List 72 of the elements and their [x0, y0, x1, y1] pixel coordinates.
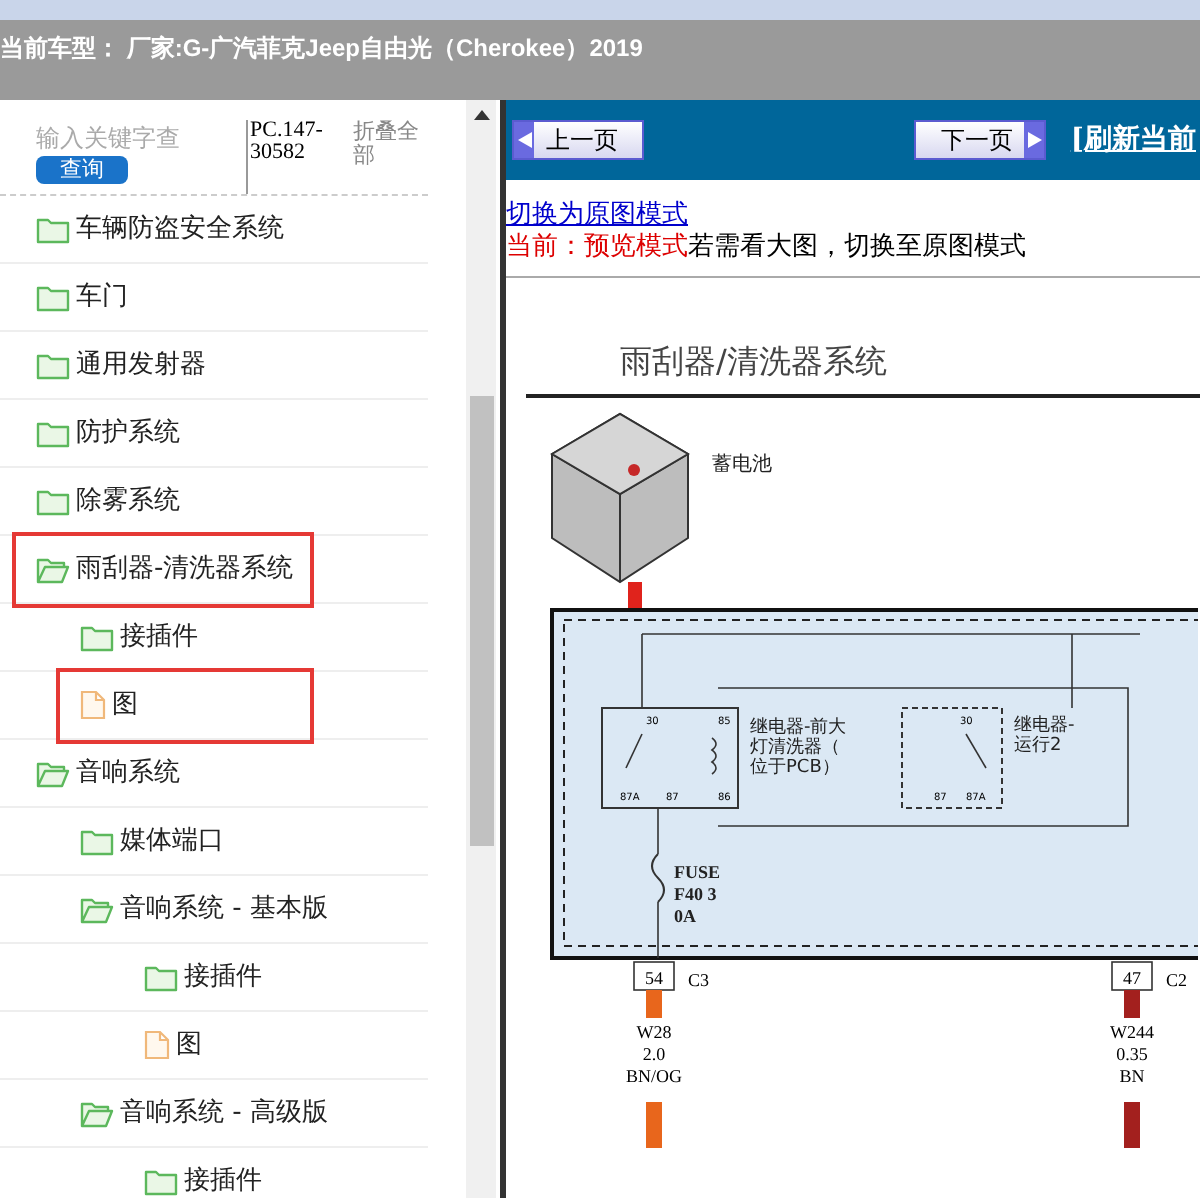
folder-icon: [144, 963, 178, 991]
battery-label: 蓄电池: [712, 454, 772, 476]
relay-label: 运行2: [1014, 736, 1062, 756]
search-field[interactable]: 输入关键字查: [36, 120, 236, 156]
connector-label: C3: [688, 970, 710, 990]
tree-item[interactable]: 图: [144, 1011, 218, 1079]
relay-label: 继电器-前大: [750, 718, 847, 738]
relay-drawing: [901, 707, 1003, 809]
scrollbar-thumb[interactable]: [469, 396, 493, 846]
relay-label: 位于PCB）: [750, 758, 840, 778]
folder-icon: [36, 419, 70, 447]
tree-item[interactable]: 接插件: [144, 943, 278, 1011]
tree-item[interactable]: 通用发射器: [36, 331, 222, 399]
wire-label: 0.35: [1116, 1044, 1148, 1064]
wire-label: 2.0: [642, 1044, 666, 1064]
mode-label: 当前：预览模式: [506, 232, 688, 264]
tree-item[interactable]: 接插件: [144, 1147, 278, 1198]
fuse-symbol: [651, 853, 665, 903]
tree-item[interactable]: 防护系统: [36, 399, 196, 467]
collapse-all-button[interactable]: 折叠全部: [353, 120, 428, 168]
folder-icon: [36, 351, 70, 379]
wire-line: [657, 807, 659, 855]
original-mode-link[interactable]: 切换为原图模式: [506, 200, 688, 232]
mode-hint: 若需看大图，切换至原图模式: [688, 232, 1026, 264]
diagram-title: 雨刮器/清洗器系统: [620, 342, 887, 380]
folder-icon: [80, 623, 114, 651]
connector-pin: [1111, 961, 1153, 991]
fuse-label: FUSE: [674, 862, 721, 882]
tree-item[interactable]: 音响系统 - 基本版: [80, 875, 344, 943]
next-page-button[interactable]: 下一页: [914, 120, 1047, 160]
wire-label: W28: [636, 1022, 672, 1042]
open-folder-icon: [80, 1099, 114, 1127]
folder-icon: [36, 283, 70, 311]
tree-item[interactable]: 接插件: [80, 603, 214, 671]
wire-line: [657, 901, 659, 959]
connector-pin: [633, 961, 675, 991]
open-folder-icon: [36, 555, 70, 583]
search-button[interactable]: 查询: [36, 156, 128, 184]
open-folder-icon: [36, 759, 70, 787]
tree-item[interactable]: 图: [60, 671, 310, 739]
tree-item[interactable]: 车门: [36, 263, 144, 331]
relay-drawing: [601, 707, 739, 809]
tree-item[interactable]: 音响系统: [36, 739, 196, 807]
refresh-link[interactable]: [刷新当前: [1070, 119, 1196, 161]
previous-page-button[interactable]: 上一页: [512, 120, 644, 160]
folder-icon: [36, 487, 70, 515]
open-folder-icon: [80, 895, 114, 923]
folder-icon: [144, 1167, 178, 1195]
scrollbar[interactable]: [466, 100, 496, 1198]
tree-item[interactable]: 除雾系统: [36, 467, 196, 535]
fuse-label: 0A: [674, 906, 696, 926]
relay-label: 继电器-: [1014, 716, 1075, 736]
folder-icon: [36, 215, 70, 243]
document-icon: [144, 1030, 170, 1060]
pin-number: 54: [645, 968, 663, 988]
folder-icon: [80, 827, 114, 855]
code-text: PC.147-30582: [246, 120, 325, 194]
wire-label: BN/OG: [626, 1066, 682, 1086]
tree-item[interactable]: 音响系统 - 高级版: [80, 1079, 344, 1147]
scroll-up-icon[interactable]: [473, 110, 489, 120]
tree-item[interactable]: 雨刮器-清洗器系统: [16, 535, 310, 603]
tree-item[interactable]: 媒体端口: [80, 807, 240, 875]
fuse-label: F40 3: [674, 884, 717, 904]
document-icon: [80, 690, 106, 720]
connector-label: C2: [1166, 970, 1188, 990]
pin-number: 47: [1123, 968, 1141, 988]
relay-label: 灯清洗器（: [750, 738, 840, 758]
current-model-text: 当前车型： 厂家:G-广汽菲克Jeep自由光（Cherokee）2019: [0, 34, 643, 62]
wire-label: BN: [1119, 1066, 1145, 1086]
power-wire: [628, 582, 642, 610]
tree-item[interactable]: 车辆防盗安全系统: [36, 195, 300, 263]
wire-label: W244: [1110, 1022, 1154, 1042]
